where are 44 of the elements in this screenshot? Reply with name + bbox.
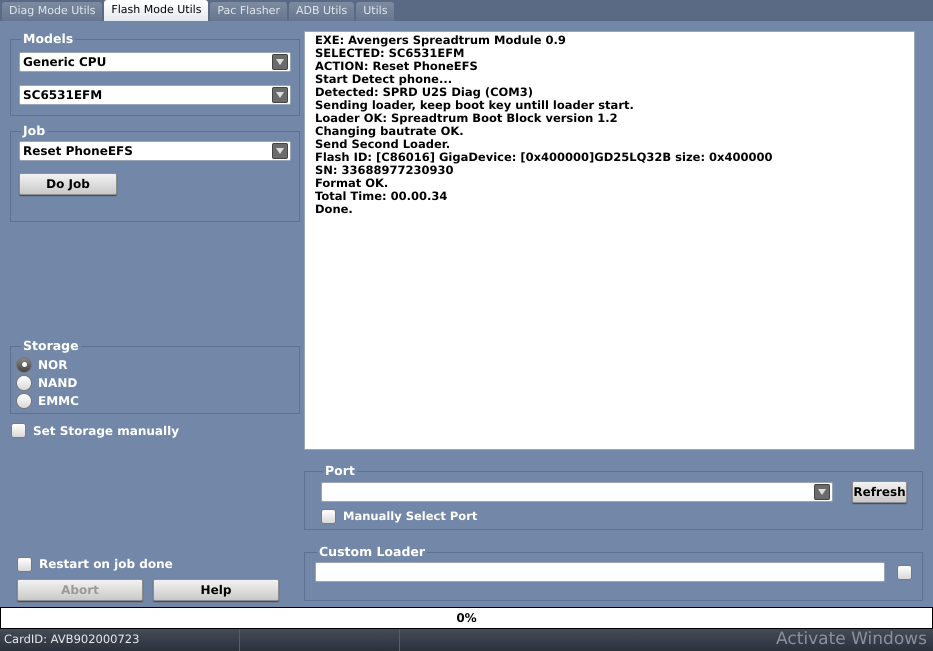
dropdown[interactable]: SC6531EFM [19, 84, 291, 105]
input-field[interactable] [315, 562, 885, 582]
dropdown[interactable]: Reset PhoneEFS [19, 140, 291, 160]
group-title: Job [21, 122, 46, 140]
group-title: Custom Loader [318, 543, 426, 562]
tab[interactable]: Flash Mode Utils [104, 0, 208, 21]
log-line: Sending loader, keep boot key untill loader start. [315, 99, 635, 112]
button[interactable]: Help [153, 579, 279, 601]
radio-label: NOR [38, 356, 68, 374]
button[interactable]: Refresh [852, 481, 907, 503]
log-line: SELECTED: SC6531EFM [315, 47, 464, 60]
card-id: CardID: AVB902000723 [0, 629, 240, 651]
radio-label: EMMC [38, 392, 79, 410]
checkbox[interactable] [321, 509, 336, 524]
radio-label: NAND [38, 374, 78, 392]
checkbox[interactable] [897, 564, 912, 580]
checkbox-label: Restart on job done [39, 556, 173, 573]
checkbox-label: Set Storage manually [33, 422, 180, 440]
radio-button[interactable] [16, 356, 32, 373]
radio-button[interactable] [16, 392, 32, 409]
checkbox[interactable] [17, 556, 32, 572]
log-line: Detected: SPRD U2S Diag (COM3) [315, 86, 534, 99]
log-line: Flash ID: [C86016] GigaDevice: [0x400000]GD25LQ32B size: 0x400000 [315, 151, 774, 164]
log-line: Loader OK: Spreadtrum Boot Block version 1.2 [315, 112, 619, 125]
log-line: Done. [315, 203, 354, 216]
log-line: Total Time: 00.00.34 [315, 190, 448, 203]
group-title: Storage [22, 336, 80, 355]
log-line: EXE: Avengers Spreadtrum Module 0.9 [315, 34, 567, 47]
log-line: ACTION: Reset PhoneEFS [315, 60, 479, 73]
dropdown[interactable]: Generic CPU [19, 52, 291, 72]
group-title: Port [324, 462, 356, 480]
log-line: Format OK. [315, 177, 390, 190]
activation-watermark: Activate Windows [776, 628, 928, 651]
checkbox-label: Manually Select Port [343, 508, 478, 525]
group-title: Models [22, 30, 74, 48]
dropdown[interactable] [321, 482, 833, 502]
log-line: SN: 33688977230930 [315, 164, 454, 177]
log-line: Changing bautrate OK. [315, 125, 464, 138]
log-line: Send Second Loader. [315, 138, 452, 151]
radio-button[interactable] [16, 374, 32, 391]
button[interactable]: Do Job [19, 172, 117, 194]
log-line: Start Detect phone... [315, 73, 454, 86]
checkbox[interactable] [11, 423, 26, 438]
progress-text: 0% [455, 610, 478, 627]
